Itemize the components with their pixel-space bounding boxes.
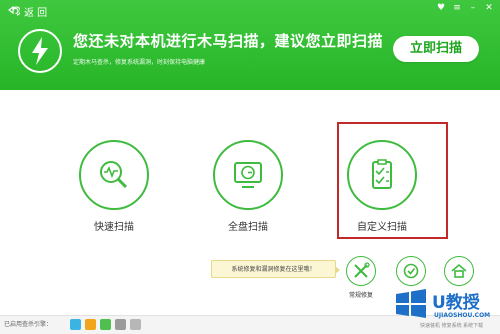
watermark-brand: U教授 (432, 293, 480, 313)
repair-tools-label: 常规修复 (348, 292, 373, 299)
windows-logo-icon (396, 289, 426, 318)
repair-tools-icon[interactable] (346, 256, 376, 286)
watermark-url: UJIAOSHOU.COM (434, 312, 491, 319)
banner-subline: 定期木马查杀，修复系统漏洞，时刻保持电脑健康 (73, 59, 206, 66)
top-banner: 返 回 ♥ ≡ – ✕ 您还未对本机进行木马扫描，建议您立即扫描 定期木马查杀，… (0, 0, 500, 90)
repair-tip: 系统修复和漏洞修复在这里哦！ (211, 260, 340, 278)
site-watermark: U教授 UJIAOSHOU.COM 快速装机 修复系统 系统下载 (394, 288, 498, 332)
engine-extra-icon[interactable] (130, 319, 141, 330)
minimize-icon[interactable]: – (466, 2, 480, 14)
engine-qvm-icon[interactable] (100, 319, 111, 330)
full-scan-label: 全盘扫描 (228, 222, 268, 233)
close-icon[interactable]: ✕ (482, 2, 496, 14)
vulnerability-repair-icon[interactable] (396, 256, 426, 286)
engine-avira-icon[interactable] (85, 319, 96, 330)
quick-scan-label: 快速扫描 (94, 222, 134, 233)
engines-label: 已启用查杀引擎： (4, 321, 53, 328)
system-home-icon[interactable] (444, 256, 474, 286)
watermark-tags: 快速装机 修复系统 系统下载 (420, 323, 484, 329)
lightning-shield-icon (18, 29, 62, 73)
custom-scan-highlight (337, 122, 448, 239)
scan-now-button[interactable]: 立即扫描 (393, 36, 479, 62)
menu-icon[interactable]: ≡ (450, 2, 464, 14)
window-controls: ♥ ≡ – ✕ (434, 2, 496, 14)
full-scan-icon[interactable] (213, 140, 283, 210)
engine-system-icon[interactable] (115, 319, 126, 330)
engine-cloud-icon[interactable] (70, 319, 81, 330)
full-scan-option[interactable]: 全盘扫描 (208, 140, 288, 233)
quick-scan-icon[interactable] (79, 140, 149, 210)
banner-headline: 您还未对本机进行木马扫描，建议您立即扫描 (73, 32, 384, 50)
quick-scan-option[interactable]: 快速扫描 (74, 140, 154, 233)
back-button[interactable]: 返 回 (8, 4, 47, 19)
back-label: 返 回 (24, 8, 48, 19)
skin-icon[interactable]: ♥ (434, 2, 448, 14)
back-arrow-icon (8, 5, 20, 16)
